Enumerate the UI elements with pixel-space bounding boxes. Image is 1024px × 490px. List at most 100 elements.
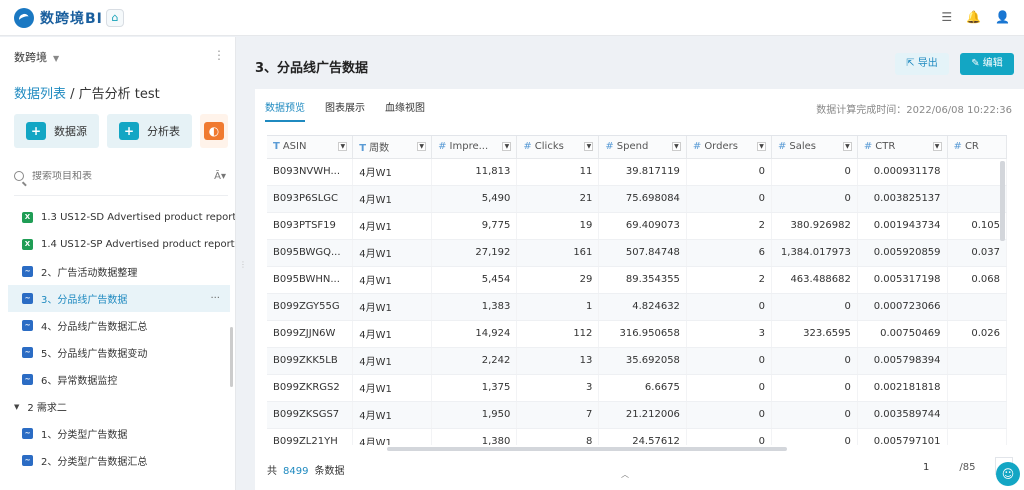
tree-item[interactable]: ~ 1、分类型广告数据 bbox=[8, 420, 230, 447]
table-row[interactable]: B093NVWH... 4月W1 11,813 11 39.817119 0 0 0.0009… bbox=[267, 158, 1007, 186]
table-row[interactable]: B095BWGQ... 4月W1 27,192 161 507.84748 6 1,384.… bbox=[267, 239, 1007, 267]
table-cell bbox=[947, 428, 1007, 445]
sidebar-scrollbar[interactable] bbox=[230, 327, 233, 387]
tree-item[interactable]: ~ 2、广告活动数据整理 bbox=[8, 258, 230, 285]
table-cell: 0 bbox=[686, 374, 773, 402]
table-cell bbox=[947, 401, 1007, 429]
export-button[interactable]: ⇱ 导出 bbox=[895, 53, 949, 75]
plugin-button[interactable]: ◐ bbox=[200, 114, 228, 148]
more-horizontal-icon[interactable]: ··· bbox=[210, 293, 220, 304]
table-row[interactable]: B095BWHN... 4月W1 5,454 29 89.354355 2 463.4886… bbox=[267, 266, 1007, 294]
column-menu-icon[interactable]: ▼ bbox=[932, 142, 942, 151]
table-cell: 0 bbox=[686, 158, 773, 186]
column-header[interactable]: # Sales ▼ bbox=[771, 136, 858, 159]
table-cell: 21.212006 bbox=[598, 401, 687, 429]
tree-item[interactable]: X 1.4 US12-SP Advertised product report bbox=[8, 231, 235, 258]
column-header[interactable]: # Clicks ▼ bbox=[516, 136, 600, 159]
more-vertical-icon[interactable]: ⋮ bbox=[213, 48, 225, 62]
tab-lineage-view[interactable]: 血缘视图 bbox=[385, 99, 425, 122]
table-cell: 4月W1 bbox=[352, 293, 433, 321]
table-cell: 75.698084 bbox=[598, 185, 687, 213]
user-icon[interactable]: 👤 bbox=[995, 10, 1010, 24]
table-cell: 1,383 bbox=[431, 293, 518, 321]
column-header[interactable]: # CR bbox=[947, 136, 1007, 159]
table-cell: 0.001943734 bbox=[857, 212, 948, 240]
table-cell: 2 bbox=[686, 266, 773, 294]
table-cell: 0.00750469 bbox=[857, 320, 948, 348]
workspace-selector[interactable]: 数跨境 ▼ bbox=[14, 49, 59, 65]
edit-button[interactable]: ✎ 编辑 bbox=[960, 53, 1014, 75]
table-row[interactable]: B099ZKRGS2 4月W1 1,375 3 6.6675 0 0 0.002181818 bbox=[267, 374, 1007, 402]
home-icon[interactable]: ⌂ bbox=[106, 9, 124, 27]
column-header[interactable]: T 周数 ▼ bbox=[352, 136, 433, 159]
tree-item[interactable]: ~ 5、分品线广告数据变动 bbox=[8, 339, 230, 366]
menu-icon[interactable]: ☰ bbox=[941, 10, 952, 24]
data-card: 数据预览 图表展示 血缘视图 数据计算完成时间：2022/06/08 10:22… bbox=[255, 89, 1024, 490]
table-row[interactable]: B099ZKSGS7 4月W1 1,950 7 21.212006 0 0 0.0035897… bbox=[267, 401, 1007, 429]
column-menu-icon[interactable]: ▼ bbox=[671, 142, 681, 151]
table-row[interactable]: B099ZL21YH 4月W1 1,380 8 24.57612 0 0 0.00579710… bbox=[267, 428, 1007, 445]
search-input[interactable] bbox=[32, 170, 192, 182]
tree-item-label: 5、分品线广告数据变动 bbox=[41, 349, 148, 360]
help-chat-icon[interactable]: ☺ bbox=[996, 462, 1020, 486]
column-menu-icon[interactable]: ▼ bbox=[417, 142, 427, 151]
column-header[interactable]: # Spend ▼ bbox=[598, 136, 687, 159]
column-label: CTR bbox=[875, 141, 896, 153]
datasource-button[interactable]: + 数据源 bbox=[14, 114, 99, 148]
table-cell: 1 bbox=[516, 293, 600, 321]
table-cell: 29 bbox=[516, 266, 600, 294]
column-menu-icon[interactable]: ▼ bbox=[338, 142, 348, 151]
column-header[interactable]: # CTR ▼ bbox=[857, 136, 948, 159]
table-cell: 0 bbox=[771, 428, 858, 445]
workspace-name: 数跨境 bbox=[14, 51, 47, 64]
column-header[interactable]: # Orders ▼ bbox=[686, 136, 773, 159]
page-current[interactable]: 1 bbox=[923, 462, 929, 473]
table-row[interactable]: B093P6SLGC 4月W1 5,490 21 75.698084 0 0 0.003825… bbox=[267, 185, 1007, 213]
tree-item[interactable]: ~ 2、分类型广告数据汇总 bbox=[8, 447, 230, 474]
column-menu-icon[interactable]: ▼ bbox=[502, 142, 512, 151]
column-label: ASIN bbox=[282, 141, 307, 153]
tree-group[interactable]: ▼ 2 需求二 bbox=[8, 393, 230, 420]
table-row[interactable]: B099ZKK5LB 4月W1 2,242 13 35.692058 0 0 0.005798… bbox=[267, 347, 1007, 375]
tree-item-active[interactable]: ~ 3、分品线广告数据 ··· bbox=[8, 285, 230, 312]
column-label: Impre... bbox=[449, 141, 489, 153]
column-menu-icon[interactable]: ▼ bbox=[757, 142, 766, 151]
column-header[interactable]: T ASIN ▼ bbox=[267, 136, 354, 159]
table-row[interactable]: B099ZGY55G 4月W1 1,383 1 4.824632 0 0 0.00072306… bbox=[267, 293, 1007, 321]
tree-item[interactable]: X 1.3 US12-SD Advertised product report bbox=[8, 204, 235, 231]
column-menu-icon[interactable]: ▼ bbox=[584, 142, 594, 151]
table-row[interactable]: B099ZJJN6W 4月W1 14,924 112 316.950658 3 323.65… bbox=[267, 320, 1007, 348]
tree-item[interactable]: ~ 4、分品线广告数据汇总 bbox=[8, 312, 230, 339]
column-header[interactable]: # Impre... ▼ bbox=[431, 136, 518, 159]
analysis-table-button[interactable]: + 分析表 bbox=[107, 114, 192, 148]
table-row[interactable]: B093PTSF19 4月W1 9,775 19 69.409073 2 380.92698… bbox=[267, 212, 1007, 240]
search-box: Ā▾ bbox=[14, 165, 228, 187]
scroll-thumb[interactable] bbox=[387, 447, 787, 451]
table-cell: 0 bbox=[686, 185, 773, 213]
export-icon: ⇱ bbox=[906, 58, 918, 69]
table-cell: B099ZKRGS2 bbox=[267, 374, 354, 402]
tab-data-preview[interactable]: 数据预览 bbox=[265, 99, 305, 122]
table-tree: X 1.3 US12-SD Advertised product report … bbox=[8, 204, 235, 474]
horizontal-scrollbar[interactable] bbox=[267, 447, 1007, 452]
table-cell: 14,924 bbox=[431, 320, 518, 348]
table-cell: 4月W1 bbox=[352, 401, 433, 429]
app-logo[interactable]: 数跨境BI bbox=[14, 8, 103, 28]
tree-item-label: 2、广告活动数据整理 bbox=[41, 268, 138, 279]
bell-icon[interactable]: 🔔 bbox=[966, 10, 981, 24]
vertical-scrollbar[interactable] bbox=[1000, 161, 1005, 241]
tree-item[interactable]: ~ 6、异常数据监控 bbox=[8, 366, 230, 393]
export-label: 导出 bbox=[917, 58, 938, 69]
table-cell: 3 bbox=[516, 374, 600, 402]
table-cell bbox=[947, 185, 1007, 213]
breadcrumb-link[interactable]: 数据列表 bbox=[14, 87, 66, 102]
table-cell: B099ZKK5LB bbox=[267, 347, 354, 375]
table-cell: 4月W1 bbox=[352, 158, 433, 186]
chevron-up-icon[interactable]: ︿ bbox=[621, 469, 629, 480]
column-label: 周数 bbox=[369, 143, 390, 155]
column-menu-icon[interactable]: ▼ bbox=[842, 142, 852, 151]
table-cell: 1,380 bbox=[431, 428, 518, 445]
sort-az-icon[interactable]: Ā▾ bbox=[214, 171, 226, 182]
analysis-table-icon: ~ bbox=[22, 374, 33, 385]
tab-chart-view[interactable]: 图表展示 bbox=[325, 99, 365, 122]
